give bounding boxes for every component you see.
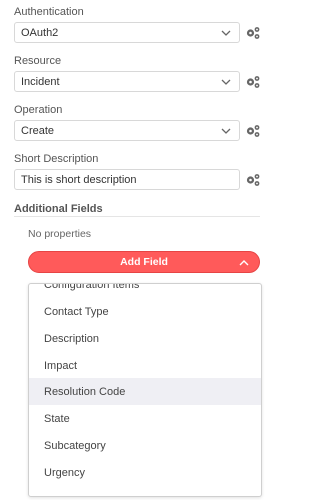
dropdown-option-impact[interactable]: Impact <box>29 352 261 379</box>
dropdown-option-state[interactable]: State <box>29 405 261 432</box>
dropdown-option-resolution-code[interactable]: Resolution Code <box>29 378 261 405</box>
add-field-dropdown[interactable]: Configuration Items Contact Type Descrip… <box>28 283 262 497</box>
no-properties-text: No properties <box>28 228 92 240</box>
gears-icon[interactable] <box>245 75 261 89</box>
short-description-value: This is short description <box>21 173 137 186</box>
dropdown-option-contact-type[interactable]: Contact Type <box>29 298 261 325</box>
short-description-label: Short Description <box>14 153 99 165</box>
authentication-select[interactable]: OAuth2 <box>14 22 240 43</box>
short-description-input[interactable]: This is short description <box>14 169 240 190</box>
add-field-button[interactable]: Add Field <box>28 251 260 273</box>
resource-label: Resource <box>14 55 62 67</box>
chevron-down-icon <box>221 128 231 134</box>
additional-fields-label: Additional Fields <box>14 203 103 215</box>
resource-value: Incident <box>21 75 60 88</box>
operation-label: Operation <box>14 104 63 116</box>
gears-icon[interactable] <box>245 124 261 138</box>
dropdown-option-description[interactable]: Description <box>29 325 261 352</box>
chevron-up-icon <box>239 260 249 266</box>
operation-value: Create <box>21 124 55 137</box>
add-field-label: Add Field <box>120 256 168 268</box>
dropdown-option-partial[interactable]: Configuration Items <box>29 284 261 298</box>
dropdown-option-subcategory[interactable]: Subcategory <box>29 432 261 459</box>
authentication-value: OAuth2 <box>21 26 59 39</box>
resource-select[interactable]: Incident <box>14 71 240 92</box>
authentication-label: Authentication <box>14 6 84 18</box>
chevron-down-icon <box>221 79 231 85</box>
gears-icon[interactable] <box>245 26 261 40</box>
chevron-down-icon <box>221 30 231 36</box>
dropdown-option-urgency[interactable]: Urgency <box>29 459 261 486</box>
section-divider <box>14 216 260 217</box>
gears-icon[interactable] <box>245 173 261 187</box>
operation-select[interactable]: Create <box>14 120 240 141</box>
